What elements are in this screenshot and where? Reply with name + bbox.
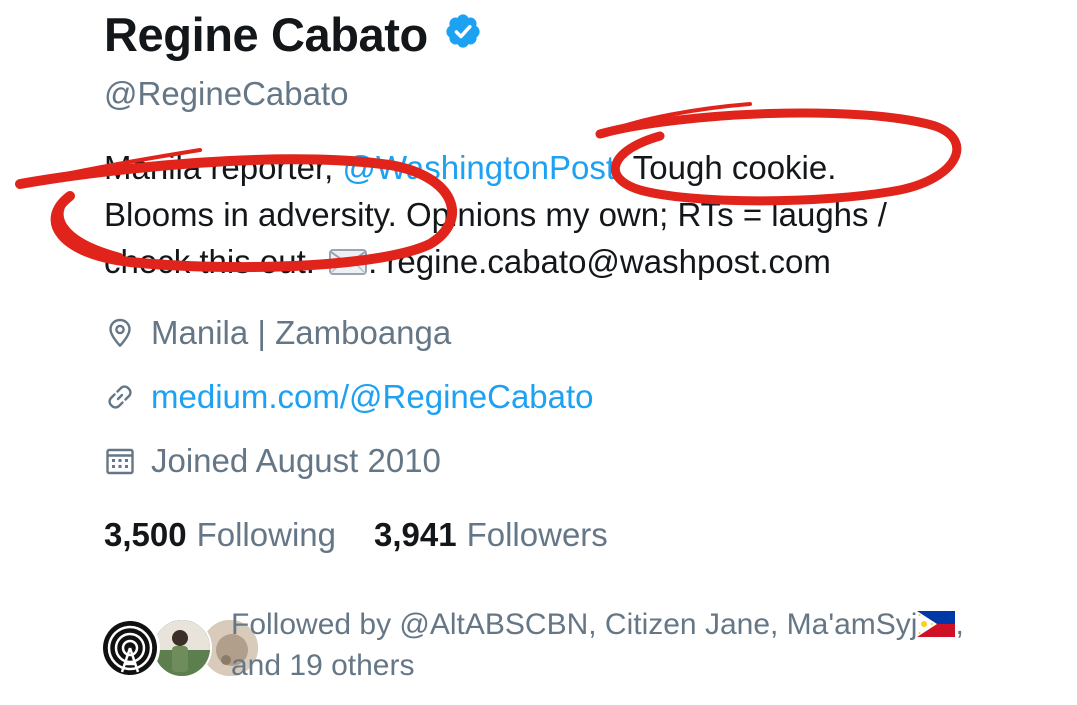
philippines-flag-icon	[917, 611, 956, 637]
followers-label: Followers	[466, 516, 608, 553]
followers-count: 3,941	[374, 516, 457, 553]
followed-by-names: Followed by @AltABSCBN, Citizen Jane, Ma…	[231, 608, 918, 641]
bio-text: Manila reporter,	[104, 149, 343, 186]
bio-text: . Tough cookie.	[615, 149, 837, 186]
location-row: Manila | Zamboanga	[104, 308, 451, 358]
bio-line-2: Blooms in adversity. Opinions my own; RT…	[104, 196, 887, 233]
following-label: Following	[196, 516, 336, 553]
followed-by-line-2: and 19 others	[231, 649, 415, 682]
following-stat[interactable]: 3,500 Following	[104, 516, 336, 554]
location-text: Manila | Zamboanga	[151, 314, 452, 351]
location-pin-icon	[109, 318, 131, 347]
bio: Manila reporter, @WashingtonPost. Tough …	[104, 144, 1004, 285]
avatar	[152, 618, 212, 678]
email-text: : regine.cabato@washpost.com	[368, 243, 831, 280]
verified-badge-icon	[446, 14, 480, 48]
avatar	[100, 618, 160, 678]
website-link[interactable]: medium.com/@RegineCabato	[151, 378, 594, 416]
envelope-emoji-icon	[329, 249, 368, 275]
joined-row: Joined August 2010	[104, 436, 441, 486]
stats-row: 3,500 Following 3,941 Followers	[104, 510, 608, 560]
handle: @RegineCabato	[104, 75, 349, 112]
link-icon	[108, 385, 132, 409]
followed-by-line-1: Followed by @AltABSCBN, Citizen Jane, Ma…	[231, 604, 964, 645]
display-name: Regine Cabato	[104, 7, 428, 61]
name-row: Regine Cabato	[104, 4, 482, 64]
bio-text: check this out.	[104, 243, 325, 280]
website-row: medium.com/@RegineCabato	[104, 372, 594, 422]
follower-avatars	[100, 618, 260, 678]
followed-by-comma: ,	[955, 608, 964, 641]
bio-line-1: Manila reporter, @WashingtonPost. Tough …	[104, 144, 1004, 191]
following-count: 3,500	[104, 516, 187, 553]
joined-text: Joined August 2010	[151, 442, 441, 479]
followers-stat[interactable]: 3,941 Followers	[374, 516, 608, 554]
washingtonpost-mention-link[interactable]: @WashingtonPost	[342, 149, 615, 186]
followed-by[interactable]: Followed by @AltABSCBN, Citizen Jane, Ma…	[100, 604, 1060, 694]
bio-line-3: check this out. : regine.cabato@washpost…	[104, 238, 1004, 285]
followed-by-text: Followed by @AltABSCBN, Citizen Jane, Ma…	[231, 604, 964, 686]
profile-header: Regine Cabato @RegineCabato Manila repor…	[0, 0, 1077, 705]
calendar-icon	[106, 448, 134, 475]
